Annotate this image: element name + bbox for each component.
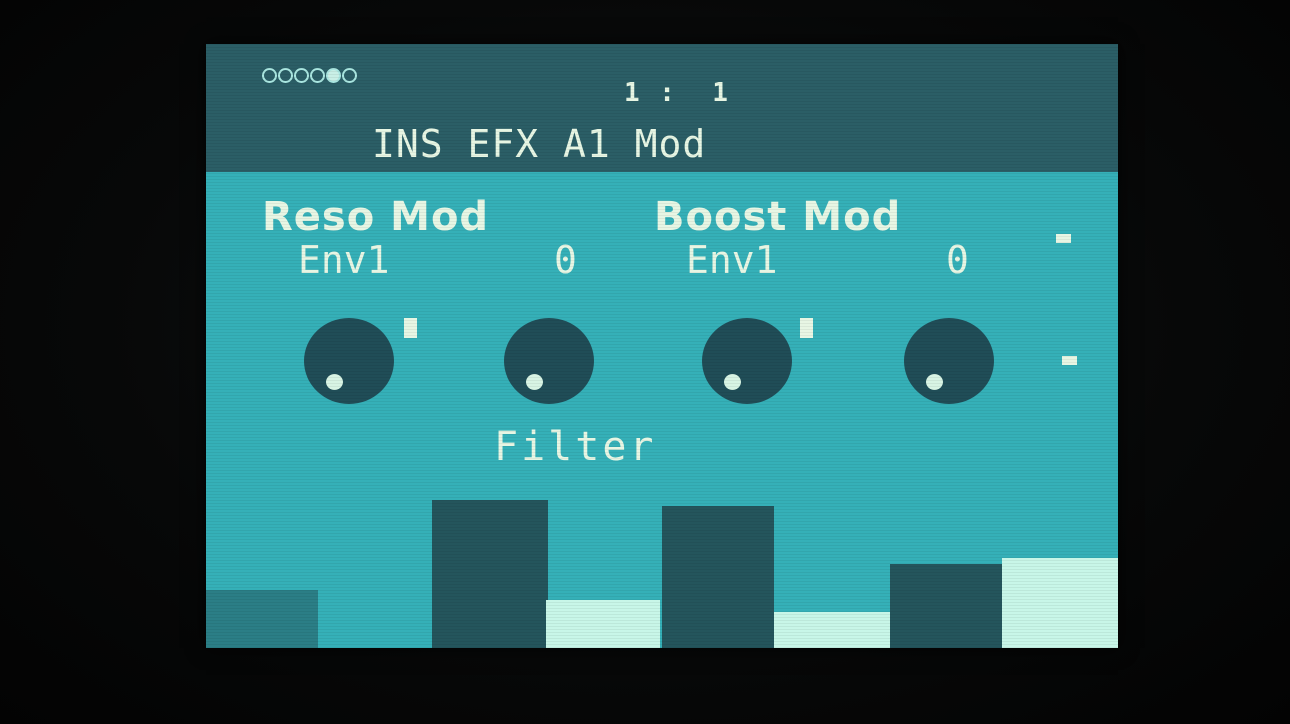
bar-6 [890, 564, 1002, 648]
bar-5 [774, 612, 890, 648]
bar-3 [546, 600, 660, 648]
bar-4 [662, 506, 774, 648]
bar-2 [432, 500, 548, 648]
bar-1 [206, 590, 318, 648]
lcd-screen: 1 : 1 INS EFX A1 Mod Reso Mod Boost Mod … [206, 44, 1118, 648]
bar-7 [1002, 558, 1118, 648]
level-bars [206, 44, 1118, 648]
